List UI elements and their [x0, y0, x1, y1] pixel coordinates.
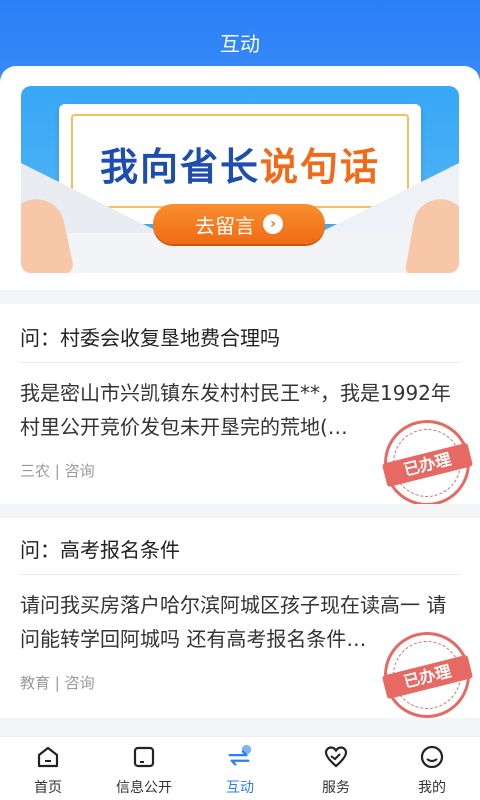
document-icon — [130, 743, 158, 771]
section-gap — [0, 718, 480, 736]
tab-home[interactable]: 首页 — [0, 737, 96, 800]
section-gap — [0, 504, 480, 518]
app-root: 互动 我向省长说句话 去留言 › 问：村委会收复垦地费合理吗 我是密山市兴凯镇东… — [0, 0, 480, 800]
banner-title-part2: 说句话 — [260, 145, 381, 189]
page-title: 互动 — [220, 32, 260, 56]
section-gap — [0, 290, 480, 304]
interact-icon — [226, 743, 254, 771]
tab-label: 信息公开 — [116, 780, 172, 796]
tab-label: 我的 — [418, 780, 446, 796]
bottom-tab-bar: 首页 信息公开 互动 服务 我的 — [0, 736, 480, 800]
tab-info-disclosure[interactable]: 信息公开 — [96, 737, 192, 800]
message-governor-banner[interactable]: 我向省长说句话 去留言 › — [21, 86, 459, 273]
post-card[interactable]: 问：高考报名条件 请问我买房落户哈尔滨阿城区孩子现在读高一 请问能转学回阿城吗 … — [0, 518, 480, 728]
post-divider — [20, 574, 460, 575]
leave-message-button[interactable]: 去留言 › — [153, 204, 325, 244]
post-tags: 教育 | 咨询 — [20, 674, 95, 692]
tab-mine[interactable]: 我的 — [384, 737, 480, 800]
tab-label: 互动 — [226, 780, 254, 796]
tab-label: 首页 — [34, 780, 62, 796]
post-divider — [20, 362, 460, 363]
banner-title-part1: 我向省长 — [99, 145, 260, 189]
post-question: 问：高考报名条件 — [20, 538, 180, 562]
post-card[interactable]: 问：村委会收复垦地费合理吗 我是密山市兴凯镇东发村村民王**，我是1992年村里… — [0, 304, 480, 516]
post-question: 问：村委会收复垦地费合理吗 — [20, 326, 280, 350]
heart-hands-icon — [322, 743, 350, 771]
chevron-right-icon: › — [263, 214, 283, 234]
tab-label: 服务 — [322, 780, 350, 796]
leave-message-label: 去留言 — [195, 213, 255, 238]
tab-interact[interactable]: 互动 — [192, 737, 288, 800]
banner-title: 我向省长说句话 — [21, 136, 459, 191]
tab-services[interactable]: 服务 — [288, 737, 384, 800]
home-icon — [34, 743, 62, 771]
profile-icon — [418, 743, 446, 771]
post-tags: 三农 | 咨询 — [20, 462, 95, 480]
